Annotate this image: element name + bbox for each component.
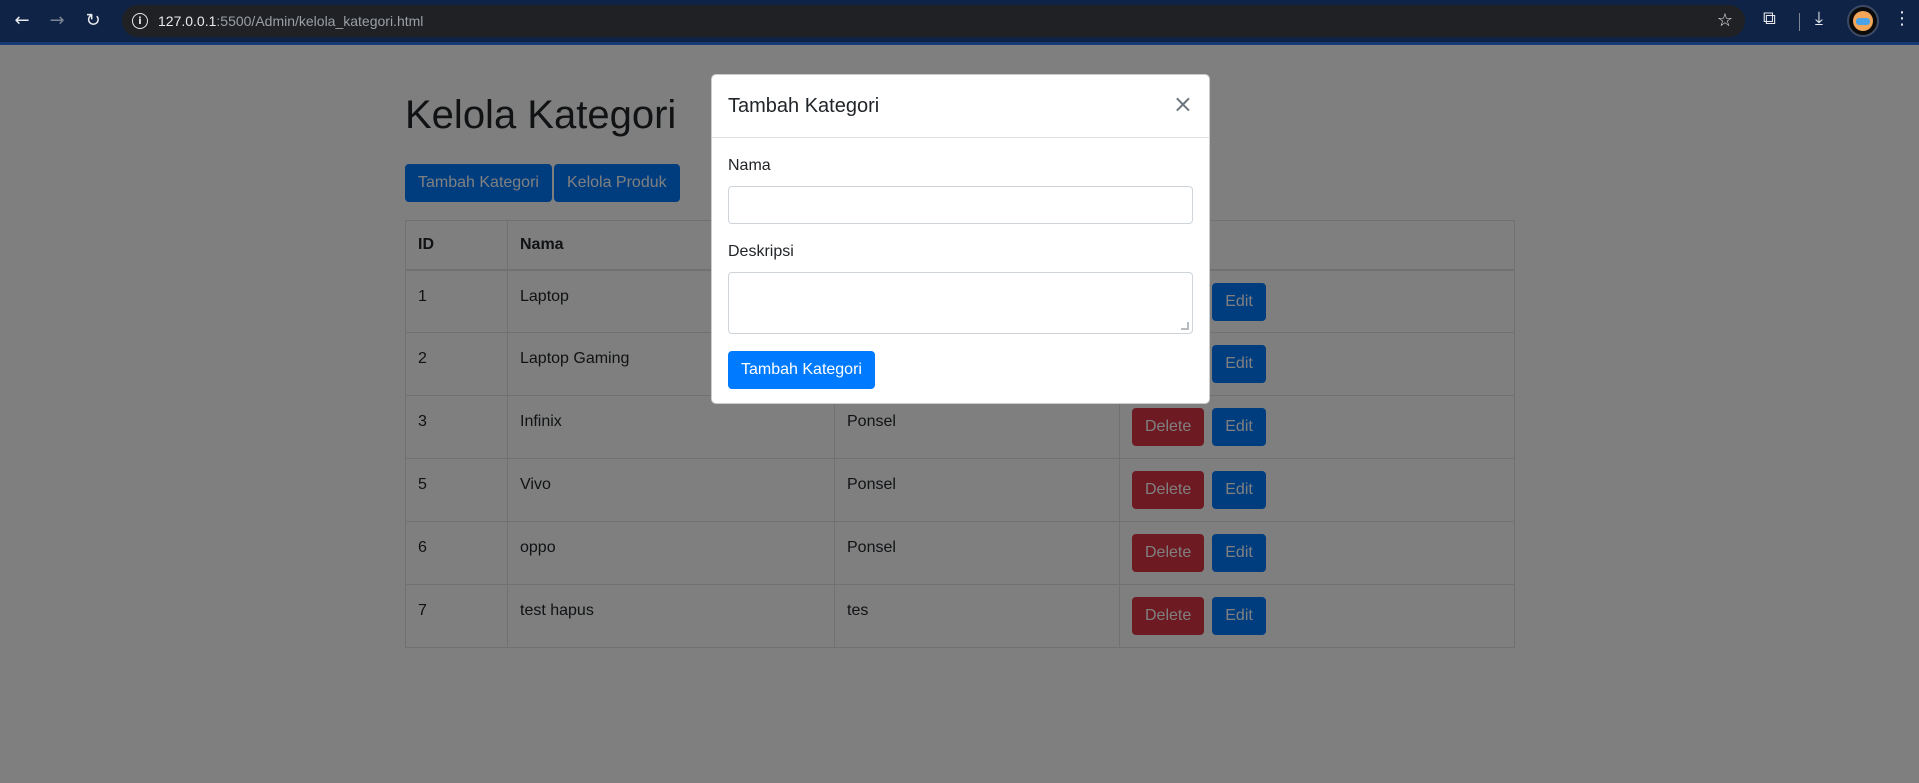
download-icon[interactable]: ⤓	[1815, 10, 1823, 28]
nama-input[interactable]	[728, 186, 1193, 224]
url-text[interactable]: 127.0.0.1:5500/Admin/kelola_kategori.htm…	[158, 13, 423, 29]
deskripsi-label: Deskripsi	[728, 243, 794, 260]
avatar-image	[1853, 11, 1873, 31]
modal-title: Tambah Kategori	[728, 95, 880, 117]
deskripsi-textarea[interactable]	[728, 272, 1193, 334]
add-category-modal: Tambah Kategori × Nama Deskripsi Tambah …	[711, 74, 1210, 404]
toolbar-divider	[1799, 13, 1800, 31]
back-icon[interactable]: ←	[10, 9, 34, 33]
site-info-icon[interactable]: i	[132, 13, 148, 29]
profile-avatar[interactable]	[1847, 5, 1879, 37]
reload-icon[interactable]: ↻	[81, 9, 105, 33]
nama-label: Nama	[728, 157, 771, 174]
close-icon[interactable]: ×	[1173, 92, 1193, 116]
url-host: 127.0.0.1	[158, 13, 217, 29]
modal-header: Tambah Kategori ×	[712, 75, 1209, 138]
browser-toolbar: ← → ↻ i 127.0.0.1:5500/Admin/kelola_kate…	[0, 0, 1919, 45]
menu-kebab-icon[interactable]: ⋮	[1893, 10, 1911, 28]
forward-icon[interactable]: →	[45, 9, 69, 33]
extensions-icon[interactable]: ⧉	[1763, 10, 1776, 28]
textarea-resize-handle[interactable]	[1181, 322, 1189, 330]
bookmark-star-icon[interactable]: ☆	[1717, 10, 1733, 31]
url-path: :5500/Admin/kelola_kategori.html	[216, 13, 424, 29]
submit-category-button[interactable]: Tambah Kategori	[728, 351, 875, 389]
address-bar[interactable]: i 127.0.0.1:5500/Admin/kelola_kategori.h…	[122, 5, 1745, 37]
